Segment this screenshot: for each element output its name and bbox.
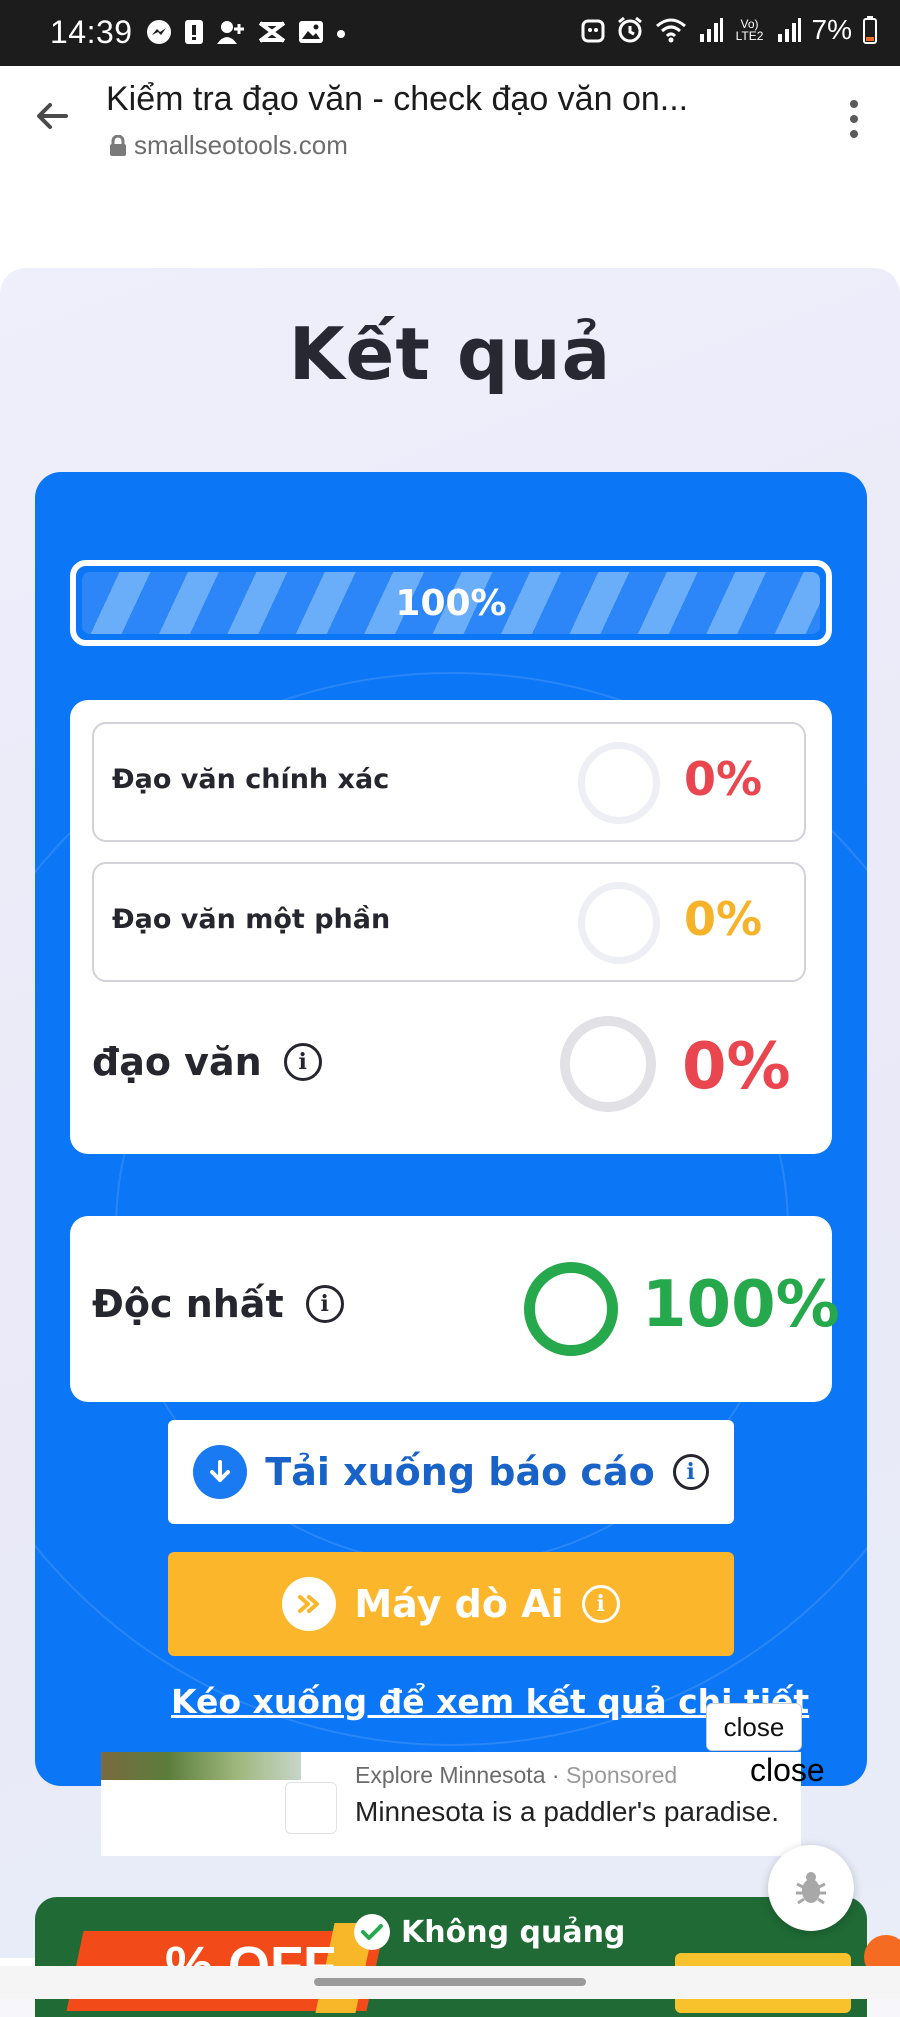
sim-icon	[185, 20, 203, 44]
ad-sponsored: Sponsored	[565, 1762, 678, 1788]
info-icon[interactable]: i	[672, 1454, 709, 1490]
download-report-label: Tải xuống báo cáo	[265, 1450, 655, 1494]
unique-value: 100%	[642, 1268, 840, 1342]
domain-text: smallseotools.com	[134, 130, 348, 160]
more-options-icon[interactable]	[850, 100, 858, 138]
plagiarism-label-group: đạo văn i	[92, 1040, 322, 1084]
bug-icon	[796, 1872, 826, 1905]
messenger-icon	[147, 20, 171, 44]
promo-banner[interactable]: % OFF Không quảng	[35, 1897, 867, 2017]
ad-image	[101, 1752, 301, 1780]
exact-plagiarism-ring	[578, 742, 660, 824]
system-icons: Vo) LTE2 7%	[580, 14, 878, 46]
status-bar: 14:39 Vo) LTE2 7%	[0, 0, 900, 66]
android-icon	[581, 19, 605, 43]
wifi-icon	[655, 18, 686, 43]
url-domain[interactable]: smallseotools.com	[108, 130, 348, 161]
results-heading: Kết quả	[288, 312, 612, 396]
progress-bar: 100%	[70, 560, 832, 646]
ad-thumbnail	[285, 1782, 337, 1834]
status-time: 14:39	[50, 14, 133, 50]
ad-banner[interactable]: Explore Minnesota · Sponsored Minnesota …	[101, 1752, 801, 1856]
alarm-icon	[617, 16, 642, 43]
promo-text: Không quảng	[401, 1914, 626, 1950]
progress-fill: 100%	[82, 572, 820, 634]
unique-summary: Độc nhất i 100%	[70, 1216, 840, 1402]
plagiarism-summary: Đạo văn chính xác 0% Đạo văn một phần 0%…	[70, 700, 832, 1154]
signal-2-icon	[777, 18, 801, 42]
add-contact-icon	[217, 21, 244, 44]
ad-close-button[interactable]: close	[706, 1703, 802, 1751]
gesture-bar	[0, 1966, 900, 1999]
bug-report-button[interactable]	[768, 1845, 854, 1931]
signal-icon	[699, 18, 723, 42]
fast-forward-icon	[282, 1577, 337, 1631]
exact-plagiarism-value: 0%	[684, 752, 763, 806]
ad-source-name: Explore Minnesota	[355, 1762, 546, 1788]
more-notifications-icon	[337, 30, 345, 38]
back-arrow-icon[interactable]	[32, 96, 72, 136]
info-icon[interactable]: i	[581, 1585, 620, 1623]
exact-plagiarism-row: Đạo văn chính xác 0%	[92, 722, 806, 842]
lock-icon	[110, 134, 126, 156]
ai-detector-label: Máy dò Ai	[354, 1582, 564, 1626]
plagiarism-label: đạo văn	[92, 1040, 262, 1084]
notification-icons	[145, 18, 347, 46]
check-circle-icon	[354, 1914, 390, 1950]
gallery-icon	[299, 21, 323, 43]
ad-close-link[interactable]: close	[750, 1752, 825, 1789]
partial-plagiarism-label: Đạo văn một phần	[112, 904, 391, 935]
unique-label-group: Độc nhất i	[92, 1282, 344, 1326]
unique-label: Độc nhất	[92, 1282, 284, 1326]
capcut-icon	[258, 21, 286, 43]
info-icon[interactable]: i	[305, 1285, 344, 1323]
progress-label: 100%	[395, 582, 507, 624]
partial-plagiarism-row: Đạo văn một phần 0%	[92, 862, 806, 982]
volte-label: Vo) LTE2	[735, 17, 764, 43]
promo-text-group: Không quảng	[353, 1913, 625, 1951]
browser-toolbar: Kiểm tra đạo văn - check đạo văn on... s…	[0, 66, 900, 173]
unique-ring	[524, 1262, 618, 1356]
plagiarism-value: 0%	[682, 1030, 791, 1104]
ad-source: Explore Minnesota · Sponsored	[355, 1762, 678, 1788]
ad-text: Minnesota is a paddler's paradise.	[355, 1796, 780, 1827]
info-icon[interactable]: i	[283, 1043, 322, 1081]
plagiarism-ring	[560, 1016, 656, 1112]
ai-detector-button[interactable]: Máy dò Ai i	[168, 1552, 734, 1656]
battery-icon	[863, 16, 877, 44]
battery-percent: 7%	[811, 14, 852, 45]
page-title[interactable]: Kiểm tra đạo văn - check đạo văn on...	[106, 80, 766, 119]
partial-plagiarism-value: 0%	[684, 892, 763, 946]
results-card: 100% Đạo văn chính xác 0% Đạo văn một ph…	[35, 472, 867, 1786]
download-report-button[interactable]: Tải xuống báo cáo i	[168, 1420, 734, 1524]
partial-plagiarism-ring	[578, 882, 660, 964]
exact-plagiarism-label: Đạo văn chính xác	[112, 764, 390, 795]
download-icon	[193, 1445, 248, 1499]
